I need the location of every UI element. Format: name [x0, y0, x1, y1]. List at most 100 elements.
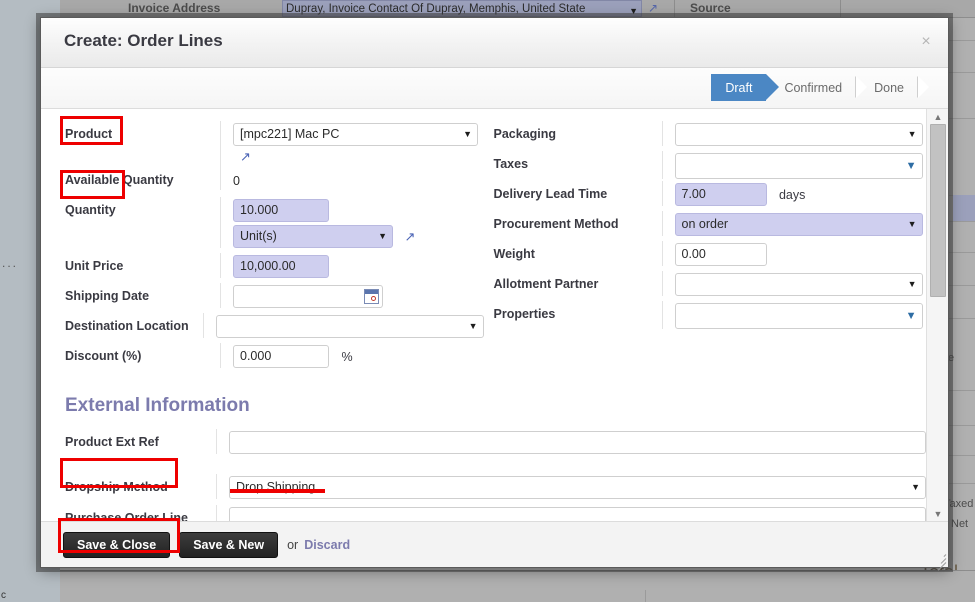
uom-external-link-icon[interactable]: ↗ — [404, 226, 415, 247]
quantity-input[interactable]: 10.000 — [233, 199, 329, 222]
dialog-scroll-content: Product [mpc221] Mac PC ▼ ↗ Available Qu… — [41, 109, 926, 521]
destination-location-label: Destination Location — [65, 319, 189, 333]
status-step-done[interactable]: Done — [856, 74, 929, 101]
calendar-icon[interactable] — [364, 289, 379, 304]
delivery-lead-time-input[interactable]: 7.00 — [674, 183, 767, 206]
background-invoice-address-label: Invoice Address — [128, 1, 221, 15]
weight-value: 0.00 — [661, 241, 927, 266]
delivery-lead-time-suffix: days — [778, 187, 806, 202]
dialog-scrollbar[interactable]: ▲ ▼ — [926, 109, 948, 521]
chevron-down-icon: ▼ — [905, 160, 917, 172]
background-corner-glyph: c — [1, 590, 6, 601]
background-table-rule — [945, 221, 975, 222]
field-row-weight: Weight 0.00 — [494, 241, 927, 271]
background-table-rule — [945, 252, 975, 253]
shipping-date-label: Shipping Date — [65, 289, 150, 303]
background-divider — [645, 590, 646, 602]
uom-select-value: Unit(s) — [240, 229, 277, 243]
background-source-label: Source — [690, 1, 731, 15]
quantity-label: Quantity — [65, 203, 116, 217]
field-row-properties: Properties ▼ — [494, 301, 927, 331]
create-order-lines-dialog: Create: Order Lines × Draft Confirmed Do… — [40, 17, 949, 571]
background-divider — [674, 0, 675, 18]
purchase-order-line-label: Purchase Order Line — [65, 511, 188, 521]
weight-input[interactable]: 0.00 — [674, 243, 767, 266]
background-invoice-address-input[interactable]: Dupray, Invoice Contact Of Dupray, Memph… — [282, 0, 642, 17]
product-external-link-icon[interactable]: ↗ — [240, 146, 251, 167]
discard-link[interactable]: Discard — [304, 538, 350, 552]
dialog-footer: Save & Close Save & New or Discard — [41, 521, 948, 571]
shipping-date-input[interactable] — [233, 285, 383, 308]
scroll-down-icon[interactable]: ▼ — [927, 506, 948, 521]
product-ext-ref-input[interactable] — [229, 431, 926, 454]
packaging-label: Packaging — [493, 127, 557, 141]
available-quantity-value: 0 — [220, 167, 484, 190]
field-row-dropship-method: Dropship Method Drop Shipping ▼ — [41, 474, 926, 499]
chevron-right-icon — [918, 76, 929, 98]
field-row-packaging: Packaging ▼ — [494, 121, 927, 151]
chevron-down-icon: ▼ — [907, 279, 917, 289]
procurement-method-select-value: on order — [681, 217, 729, 231]
background-right-table — [945, 18, 975, 570]
uom-select[interactable]: Unit(s) ▼ — [233, 225, 393, 248]
product-select[interactable]: [mpc221] Mac PC ▼ — [233, 123, 478, 146]
discount-value: 0.000 % — [220, 343, 484, 368]
unit-price-value: 10,000.00 — [220, 253, 484, 278]
discount-input[interactable]: 0.000 — [233, 345, 329, 368]
background-table-rule — [945, 118, 975, 119]
field-row-shipping-date: Shipping Date — [65, 283, 484, 313]
status-step-draft[interactable]: Draft — [711, 74, 780, 101]
dropship-method-select[interactable]: Drop Shipping ▼ — [229, 476, 926, 499]
destination-location-select[interactable]: ▼ — [215, 315, 484, 338]
field-row-product-ext-ref: Product Ext Ref — [41, 429, 926, 454]
background-table-rule — [945, 285, 975, 286]
purchase-order-line-value — [216, 505, 926, 521]
weight-label: Weight — [493, 247, 535, 261]
destination-location-value: ▼ — [202, 313, 484, 338]
chevron-down-icon: ▼ — [629, 6, 638, 16]
highlight-dropship-method-value — [230, 489, 325, 493]
properties-multiselect[interactable]: ▼ — [674, 303, 923, 329]
scroll-up-icon[interactable]: ▲ — [927, 109, 948, 124]
dropship-method-label: Dropship Method — [65, 480, 168, 494]
form-columns: Product [mpc221] Mac PC ▼ ↗ Available Qu… — [41, 121, 926, 373]
discount-suffix: % — [341, 349, 353, 364]
dialog-body: Product [mpc221] Mac PC ▼ ↗ Available Qu… — [41, 109, 948, 521]
status-step-confirmed[interactable]: Confirmed — [766, 74, 868, 101]
form-column-right: Packaging ▼ Taxes ▼ Delivery Lead Time 7… — [484, 121, 927, 373]
purchase-order-line-select[interactable] — [229, 507, 926, 521]
background-table-rule — [945, 455, 975, 456]
taxes-multiselect[interactable]: ▼ — [674, 153, 923, 179]
field-row-unit-price: Unit Price 10,000.00 — [65, 253, 484, 283]
field-row-available-quantity: Available Quantity 0 — [65, 167, 484, 197]
unit-price-label: Unit Price — [65, 259, 124, 273]
background-table-rule — [945, 425, 975, 426]
section-heading-external-information: External Information — [65, 395, 250, 416]
save-new-button[interactable]: Save & New — [179, 531, 279, 558]
chevron-down-icon: ▼ — [907, 129, 917, 139]
save-close-button[interactable]: Save & Close — [63, 531, 171, 558]
field-row-taxes: Taxes ▼ — [494, 151, 927, 181]
field-row-purchase-order-line: Purchase Order Line — [41, 505, 926, 521]
field-row-delivery-lead-time: Delivery Lead Time 7.00 days — [494, 181, 927, 211]
statusbar-row: Draft Confirmed Done — [41, 68, 948, 109]
quantity-value: 10.000 Unit(s) ▼ ↗ — [220, 197, 484, 248]
allotment-partner-select[interactable]: ▼ — [674, 273, 923, 296]
properties-value: ▼ — [661, 301, 927, 329]
status-stepper: Draft Confirmed Done — [711, 74, 929, 101]
close-icon[interactable]: × — [916, 32, 936, 52]
packaging-select[interactable]: ▼ — [674, 123, 923, 146]
resize-grip[interactable] — [934, 553, 947, 571]
field-row-allotment-partner: Allotment Partner ▼ — [494, 271, 927, 301]
unit-price-input[interactable]: 10,000.00 — [233, 255, 329, 278]
chevron-down-icon: ▼ — [907, 219, 917, 229]
scrollbar-thumb[interactable] — [930, 124, 946, 297]
status-step-label: Confirmed — [784, 80, 843, 95]
field-row-product: Product [mpc221] Mac PC ▼ ↗ — [65, 121, 484, 167]
procurement-method-select[interactable]: on order ▼ — [674, 213, 923, 236]
available-quantity-text: 0 — [233, 174, 240, 188]
external-link-icon[interactable]: ↗ — [648, 1, 662, 15]
chevron-down-icon: ▼ — [468, 321, 478, 331]
background-net-label: Net — [951, 518, 969, 530]
product-ext-ref-value — [216, 429, 926, 454]
